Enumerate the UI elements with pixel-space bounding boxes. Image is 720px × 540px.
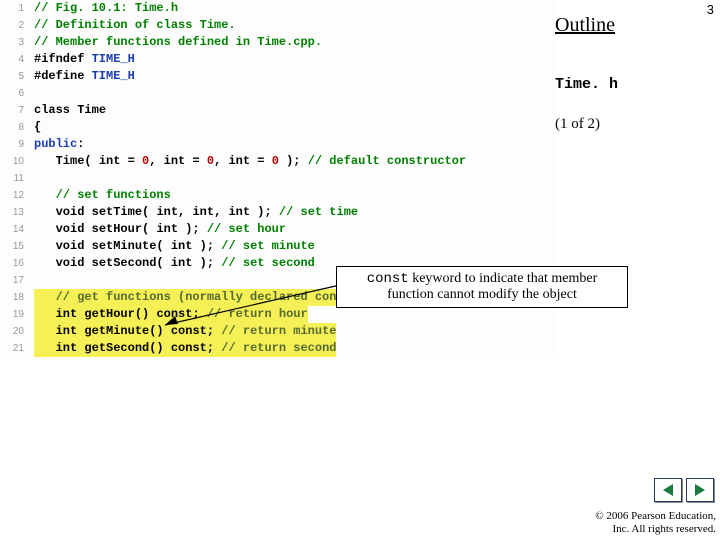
- prev-button[interactable]: [654, 478, 682, 502]
- code-line: 14 void setHour( int ); // set hour: [0, 221, 555, 238]
- code-line: 13 void setTime( int, int, int ); // set…: [0, 204, 555, 221]
- line-number: 11: [0, 170, 30, 187]
- code-line: 21 int getSecond() const; // return seco…: [0, 340, 555, 357]
- code-text: #define TIME_H: [30, 68, 555, 85]
- code-line: 12 // set functions: [0, 187, 555, 204]
- code-line: 15 void setMinute( int ); // set minute: [0, 238, 555, 255]
- code-line: 19 int getHour() const; // return hour: [0, 306, 555, 323]
- code-line: 20 int getMinute() const; // return minu…: [0, 323, 555, 340]
- line-number: 20: [0, 323, 30, 340]
- triangle-left-icon: [663, 484, 673, 496]
- copyright-line2: Inc. All rights reserved.: [595, 523, 716, 536]
- callout-text: keyword to indicate that member function…: [387, 271, 597, 302]
- code-line: 6: [0, 85, 555, 102]
- code-text: [30, 170, 555, 187]
- outline-heading: Outline: [555, 14, 615, 37]
- code-text: [30, 85, 555, 102]
- line-number: 12: [0, 187, 30, 204]
- code-line: 7class Time: [0, 102, 555, 119]
- line-number: 18: [0, 289, 30, 306]
- code-text: #ifndef TIME_H: [30, 51, 555, 68]
- code-text: void setMinute( int ); // set minute: [30, 238, 555, 255]
- page-number: 3: [707, 2, 714, 17]
- line-number: 19: [0, 306, 30, 323]
- line-number: 9: [0, 136, 30, 153]
- line-number: 6: [0, 85, 30, 102]
- line-number: 2: [0, 17, 30, 34]
- filename-label: Time. h: [555, 76, 618, 93]
- line-number: 15: [0, 238, 30, 255]
- triangle-right-icon: [695, 484, 705, 496]
- code-line: 4#ifndef TIME_H: [0, 51, 555, 68]
- code-text: int getHour() const; // return hour: [30, 306, 555, 323]
- code-text: int getMinute() const; // return minute: [30, 323, 555, 340]
- code-text: int getSecond() const; // return second: [30, 340, 555, 357]
- line-number: 17: [0, 272, 30, 289]
- code-text: {: [30, 119, 555, 136]
- code-text: public:: [30, 136, 555, 153]
- callout-box: const keyword to indicate that member fu…: [336, 266, 628, 308]
- code-line: 2// Definition of class Time.: [0, 17, 555, 34]
- line-number: 21: [0, 340, 30, 357]
- code-line: 10 Time( int = 0, int = 0, int = 0 ); //…: [0, 153, 555, 170]
- nav-buttons: [654, 478, 714, 502]
- line-number: 4: [0, 51, 30, 68]
- callout-keyword: const: [367, 271, 409, 287]
- copyright-line1: © 2006 Pearson Education,: [595, 510, 716, 523]
- code-line: 3// Member functions defined in Time.cpp…: [0, 34, 555, 51]
- code-text: // Definition of class Time.: [30, 17, 555, 34]
- line-number: 1: [0, 0, 30, 17]
- page-progress: (1 of 2): [555, 116, 600, 133]
- line-number: 13: [0, 204, 30, 221]
- code-text: // set functions: [30, 187, 555, 204]
- line-number: 16: [0, 255, 30, 272]
- code-text: Time( int = 0, int = 0, int = 0 ); // de…: [30, 153, 555, 170]
- code-line: 8{: [0, 119, 555, 136]
- code-text: // Fig. 10.1: Time.h: [30, 0, 555, 17]
- code-line: 9public:: [0, 136, 555, 153]
- line-number: 14: [0, 221, 30, 238]
- code-text: // Member functions defined in Time.cpp.: [30, 34, 555, 51]
- next-button[interactable]: [686, 478, 714, 502]
- code-line: 11: [0, 170, 555, 187]
- copyright-notice: © 2006 Pearson Education, Inc. All right…: [595, 510, 716, 536]
- code-text: void setHour( int ); // set hour: [30, 221, 555, 238]
- code-line: 5#define TIME_H: [0, 68, 555, 85]
- line-number: 10: [0, 153, 30, 170]
- line-number: 8: [0, 119, 30, 136]
- line-number: 3: [0, 34, 30, 51]
- code-text: void setTime( int, int, int ); // set ti…: [30, 204, 555, 221]
- line-number: 7: [0, 102, 30, 119]
- code-line: 1// Fig. 10.1: Time.h: [0, 0, 555, 17]
- code-text: class Time: [30, 102, 555, 119]
- line-number: 5: [0, 68, 30, 85]
